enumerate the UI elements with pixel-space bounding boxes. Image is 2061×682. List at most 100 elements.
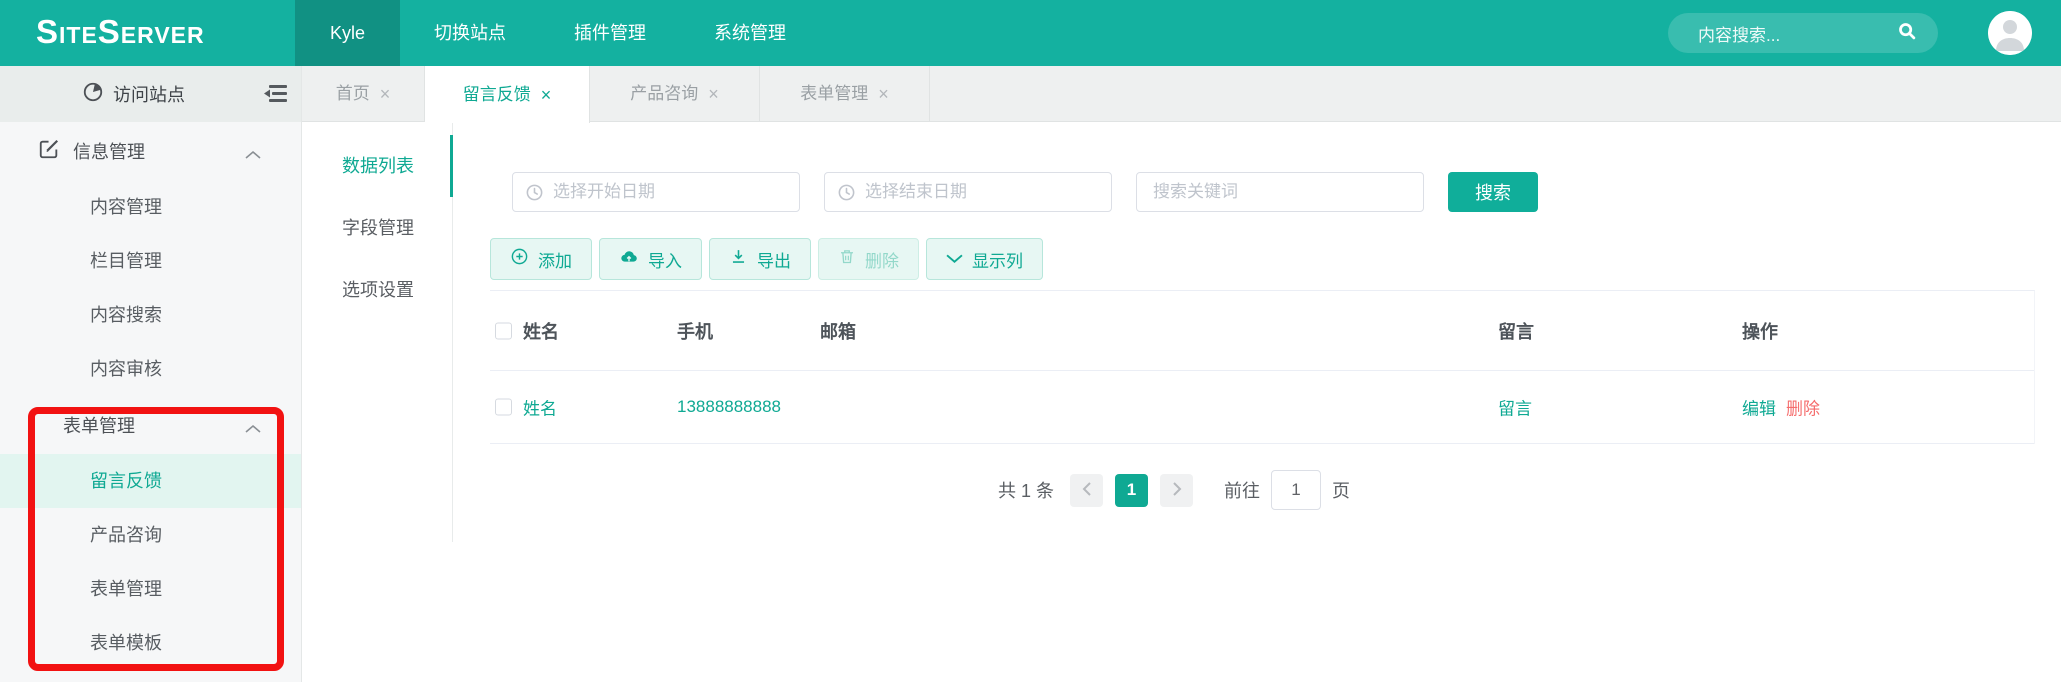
download-icon — [729, 247, 748, 271]
button-label: 删除 — [865, 247, 899, 272]
column-header-phone: 手机 — [677, 318, 713, 344]
column-header-name: 姓名 — [523, 318, 559, 344]
subnav-label: 数据列表 — [342, 156, 414, 176]
tab-home[interactable]: 首页× — [302, 66, 425, 122]
chevron-down-icon — [946, 249, 963, 269]
delete-link[interactable]: 删除 — [1786, 400, 1820, 419]
subnav-item-option-settings[interactable]: 选项设置 — [302, 259, 452, 321]
sidebar-item-column-management[interactable]: 栏目管理 — [0, 234, 301, 288]
user-avatar[interactable] — [1988, 11, 2032, 55]
end-date-input[interactable] — [825, 173, 1111, 211]
content-search-box[interactable]: 内容搜索... — [1668, 13, 1938, 53]
close-icon[interactable]: × — [380, 66, 391, 122]
tab-form-management[interactable]: 表单管理× — [760, 66, 930, 122]
sidebar-group-label: 表单管理 — [63, 412, 135, 438]
keyword-input[interactable] — [1137, 173, 1423, 211]
topnav-item-system[interactable]: 系统管理 — [680, 0, 820, 66]
delete-button[interactable]: 删除 — [818, 238, 919, 280]
collapse-sidebar-icon[interactable] — [263, 83, 289, 110]
row-phone-value: 13888888888 — [677, 397, 781, 416]
plus-circle-icon — [510, 247, 529, 271]
sidebar-group-form-management[interactable]: 表单管理 — [0, 396, 301, 454]
button-label: 导出 — [757, 247, 791, 272]
edit-link[interactable]: 编辑 — [1742, 400, 1776, 419]
top-bar: SiteServer Kyle 切换站点 插件管理 系统管理 内容搜索... — [0, 0, 2061, 66]
data-table: 姓名 手机 邮箱 留言 操作 姓名 13888888888 留言 编辑删除 — [490, 290, 2035, 444]
search-button[interactable]: 搜索 — [1448, 172, 1538, 212]
import-button[interactable]: 导入 — [599, 238, 702, 280]
trash-icon — [838, 247, 856, 271]
goto-label: 前往 — [1224, 477, 1260, 503]
sidebar-item-form-template[interactable]: 表单模板 — [0, 616, 301, 670]
table-header-row: 姓名 手机 邮箱 留言 操作 — [490, 291, 2034, 371]
tab-label: 表单管理 — [800, 66, 868, 122]
cloud-upload-icon — [619, 247, 639, 271]
show-columns-button[interactable]: 显示列 — [926, 238, 1043, 280]
tab-label: 留言反馈 — [463, 67, 531, 123]
add-button[interactable]: 添加 — [490, 238, 592, 280]
column-header-actions: 操作 — [1742, 318, 1778, 344]
globe-icon — [82, 81, 104, 108]
total-count-label: 共 1 条 — [998, 477, 1054, 503]
pagination: 共 1 条 1 前往 页 — [998, 467, 1350, 513]
sidebar-header: 访问站点 — [0, 66, 301, 122]
sidebar-item-content-review[interactable]: 内容审核 — [0, 342, 301, 396]
start-date-field-wrap — [512, 172, 800, 212]
visit-site-link[interactable]: 访问站点 — [113, 81, 185, 107]
sidebar-item-form-management[interactable]: 表单管理 — [0, 562, 301, 616]
select-all-checkbox[interactable] — [495, 322, 512, 339]
sidebar-item-product-inquiry[interactable]: 产品咨询 — [0, 508, 301, 562]
keyword-field-wrap — [1136, 172, 1424, 212]
sidebar-item-content-management[interactable]: 内容管理 — [0, 180, 301, 234]
subnav-label: 字段管理 — [342, 218, 414, 238]
chevron-right-icon — [1172, 480, 1182, 501]
topnav-item-plugins[interactable]: 插件管理 — [540, 0, 680, 66]
sidebar-item-message-feedback[interactable]: 留言反馈 — [0, 454, 301, 508]
tab-product-inquiry[interactable]: 产品咨询× — [590, 66, 760, 122]
content-search-placeholder: 内容搜索... — [1698, 21, 1896, 46]
tab-label: 首页 — [336, 66, 370, 122]
tab-bar: 首页× 留言反馈× 产品咨询× 表单管理× — [302, 66, 2061, 122]
row-name-link[interactable]: 姓名 — [523, 400, 557, 419]
chevron-left-icon — [1082, 480, 1092, 501]
clock-icon — [837, 183, 856, 207]
end-date-field-wrap — [824, 172, 1112, 212]
column-header-message: 留言 — [1498, 318, 1534, 344]
subnav-label: 选项设置 — [342, 280, 414, 300]
main-content: 搜索 添加 导入 导出 删除 显示列 — [453, 122, 2061, 682]
siteserver-logo[interactable]: SiteServer — [36, 0, 205, 66]
export-button[interactable]: 导出 — [709, 238, 811, 280]
current-page-button[interactable]: 1 — [1115, 474, 1148, 507]
tab-message-feedback[interactable]: 留言反馈× — [425, 66, 590, 123]
table-row: 姓名 13888888888 留言 编辑删除 — [490, 371, 2034, 444]
page-number-input[interactable] — [1271, 470, 1321, 510]
sidebar-group-label: 信息管理 — [73, 138, 145, 164]
subnav-item-field-management[interactable]: 字段管理 — [302, 197, 452, 259]
page-unit-label: 页 — [1332, 477, 1350, 503]
subnav-item-data-list[interactable]: 数据列表 — [302, 135, 452, 197]
filter-row: 搜索 — [512, 172, 1538, 212]
button-label: 导入 — [648, 247, 682, 272]
topnav-item-kyle[interactable]: Kyle — [295, 0, 400, 66]
chevron-up-icon[interactable] — [245, 418, 261, 439]
chevron-up-icon[interactable] — [245, 144, 261, 165]
close-icon[interactable]: × — [878, 66, 889, 122]
close-icon[interactable]: × — [541, 67, 552, 123]
row-checkbox[interactable] — [495, 399, 512, 416]
edit-square-icon — [38, 138, 60, 165]
search-icon[interactable] — [1896, 20, 1918, 47]
button-label: 添加 — [538, 247, 572, 272]
column-header-email: 邮箱 — [820, 318, 856, 344]
clock-icon — [525, 183, 544, 207]
close-icon[interactable]: × — [708, 66, 719, 122]
top-nav: Kyle 切换站点 插件管理 系统管理 — [295, 0, 820, 66]
sidebar-item-content-search[interactable]: 内容搜索 — [0, 288, 301, 342]
sidebar-group-info-management[interactable]: 信息管理 — [0, 122, 301, 180]
left-sidebar: 访问站点 信息管理 内容管理 栏目管理 内容搜索 内容审核 表单管理 留言反馈 … — [0, 66, 302, 682]
next-page-button[interactable] — [1160, 474, 1193, 507]
toolbar: 添加 导入 导出 删除 显示列 — [490, 238, 1043, 280]
start-date-input[interactable] — [513, 173, 799, 211]
prev-page-button[interactable] — [1070, 474, 1103, 507]
topnav-item-switch-site[interactable]: 切换站点 — [400, 0, 540, 66]
row-message-link[interactable]: 留言 — [1498, 400, 1532, 419]
